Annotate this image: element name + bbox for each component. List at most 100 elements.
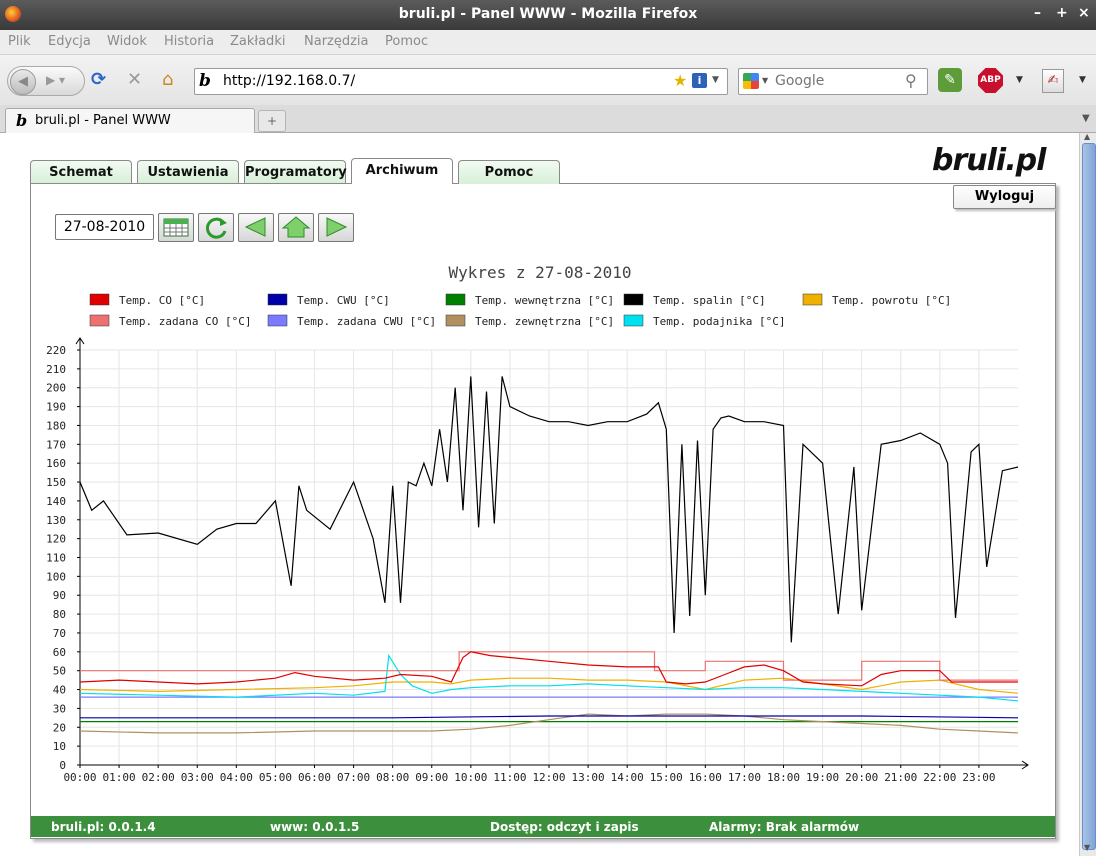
x-tick-label: 03:00 (181, 771, 214, 784)
notes-icon[interactable]: ✍ (1042, 69, 1064, 93)
maximize-button[interactable]: + (1056, 5, 1068, 21)
tab-ustawienia[interactable]: Ustawienia (137, 160, 239, 184)
adblock-dropdown-icon[interactable]: ▼ (1016, 75, 1023, 85)
x-tick-label: 18:00 (767, 771, 800, 784)
refresh-icon (205, 217, 227, 239)
browser-tab-label: bruli.pl - Panel WWW (35, 113, 171, 128)
y-tick-label: 170 (46, 438, 66, 451)
address-bar[interactable]: b ★ i ▼ (194, 68, 728, 95)
y-tick-label: 120 (46, 533, 66, 546)
status-footer: bruli.pl: 0.0.1.4 www: 0.0.1.5 Dostęp: o… (31, 816, 1055, 837)
y-tick-label: 10 (53, 740, 66, 753)
legend-swatch (267, 314, 288, 327)
next-day-button[interactable] (318, 213, 354, 242)
scrollbar-thumb[interactable] (1082, 143, 1096, 850)
url-dropdown-icon[interactable]: ▼ (712, 75, 719, 85)
today-button[interactable] (278, 213, 314, 242)
access-label: Dostęp: odczyt i zapis (490, 820, 639, 834)
menu-edycja[interactable]: Edycja (48, 34, 91, 49)
close-button[interactable]: × (1078, 5, 1090, 21)
y-tick-label: 90 (53, 589, 66, 602)
notes-dropdown-icon[interactable]: ▼ (1079, 75, 1086, 85)
x-tick-label: 01:00 (103, 771, 136, 784)
x-tick-label: 17:00 (728, 771, 761, 784)
x-tick-label: 00:00 (63, 771, 96, 784)
new-tab-button[interactable]: + (258, 110, 286, 132)
google-icon[interactable] (743, 73, 759, 89)
x-tick-label: 13:00 (572, 771, 605, 784)
legend-swatch (445, 293, 466, 306)
x-tick-label: 11:00 (493, 771, 526, 784)
legend-swatch (445, 314, 466, 327)
menu-widok[interactable]: Widok (107, 34, 147, 49)
minimize-button[interactable]: – (1034, 5, 1041, 21)
www-version-label: www: 0.0.1.5 (270, 820, 360, 834)
tab-favicon: b (16, 111, 28, 130)
legend-swatch (623, 293, 644, 306)
legend-label: Temp. spalin [°C] (653, 294, 766, 307)
home-icon[interactable]: ⌂ (162, 71, 173, 89)
menu-historia[interactable]: Historia (164, 34, 214, 49)
back-button[interactable]: ◀ (10, 69, 36, 95)
logout-button[interactable]: Wyloguj (953, 185, 1056, 209)
menu-narzedzia[interactable]: Narzędzia (304, 34, 369, 49)
date-field[interactable]: 27-08-2010 (55, 214, 154, 240)
bruli-logo: bruli.pl (932, 143, 1046, 178)
forward-button[interactable]: ▶ ▾ (46, 73, 65, 87)
x-tick-label: 16:00 (689, 771, 722, 784)
vertical-scrollbar[interactable]: ▲ ▼ (1079, 132, 1096, 856)
y-tick-label: 180 (46, 419, 66, 432)
menu-zakladki[interactable]: Zakładki (230, 34, 285, 49)
info-icon[interactable]: i (692, 73, 707, 88)
legend-label: Temp. CO [°C] (119, 294, 205, 307)
x-tick-label: 21:00 (884, 771, 917, 784)
search-bar[interactable]: ▼ ⚲ (738, 68, 928, 95)
legend-label: Temp. wewnętrzna [°C] (475, 294, 614, 307)
y-tick-label: 150 (46, 476, 66, 489)
legend-swatch (89, 293, 110, 306)
calendar-button[interactable] (158, 213, 194, 242)
browser-tab-strip: b bruli.pl - Panel WWW + ▼ (0, 105, 1096, 133)
stop-icon[interactable]: ✕ (127, 71, 142, 89)
search-input[interactable] (775, 73, 895, 89)
x-tick-label: 06:00 (298, 771, 331, 784)
legend-label: Temp. CWU [°C] (297, 294, 390, 307)
search-icon[interactable]: ⚲ (905, 71, 917, 90)
menu-plik[interactable]: Plik (8, 34, 31, 49)
previous-day-button[interactable] (238, 213, 274, 242)
tab-pomoc[interactable]: Pomoc (458, 160, 560, 184)
legend-label: Temp. zadana CWU [°C] (297, 315, 436, 328)
y-tick-label: 210 (46, 363, 66, 376)
tab-archiwum[interactable]: Archiwum (351, 158, 453, 184)
tab-list-icon[interactable]: ▼ (1082, 113, 1090, 124)
x-tick-label: 10:00 (454, 771, 487, 784)
x-tick-label: 05:00 (259, 771, 292, 784)
bookmark-star-icon[interactable]: ★ (673, 71, 687, 90)
menu-pomoc[interactable]: Pomoc (385, 34, 428, 49)
x-tick-label: 19:00 (806, 771, 839, 784)
legend-swatch (267, 293, 288, 306)
chart-title: Wykres z 27-08-2010 (448, 263, 631, 282)
y-tick-label: 30 (53, 702, 66, 715)
scroll-down-icon[interactable]: ▼ (1084, 843, 1090, 852)
legend-swatch (802, 293, 823, 306)
scroll-up-icon[interactable]: ▲ (1084, 132, 1090, 141)
x-tick-label: 09:00 (415, 771, 448, 784)
y-tick-label: 190 (46, 401, 66, 414)
chart-legend: Temp. CO [°C] Temp. CWU [°C] Temp. wewnętr… (89, 293, 951, 328)
tab-programatory[interactable]: Programatory (244, 160, 347, 184)
evernote-icon[interactable]: ✎ (938, 68, 962, 92)
reload-icon[interactable]: ⟳ (91, 71, 106, 89)
y-tick-label: 80 (53, 608, 66, 621)
url-input[interactable] (223, 72, 653, 90)
y-tick-label: 70 (53, 627, 66, 640)
calendar-icon (163, 218, 189, 237)
tab-schemat[interactable]: Schemat (30, 160, 132, 184)
x-tick-label: 14:00 (611, 771, 644, 784)
search-engine-dropdown-icon[interactable]: ▼ (762, 76, 768, 85)
refresh-button[interactable] (198, 213, 234, 242)
y-tick-label: 110 (46, 552, 66, 565)
browser-tab[interactable]: b bruli.pl - Panel WWW (5, 108, 255, 133)
adblock-icon[interactable]: ABP (978, 68, 1003, 93)
navigation-toolbar: ◀ ▶ ▾ ⟳ ✕ ⌂ b ★ i ▼ ▼ ⚲ ✎ ABP ▼ ✍ ▼ (0, 55, 1096, 106)
